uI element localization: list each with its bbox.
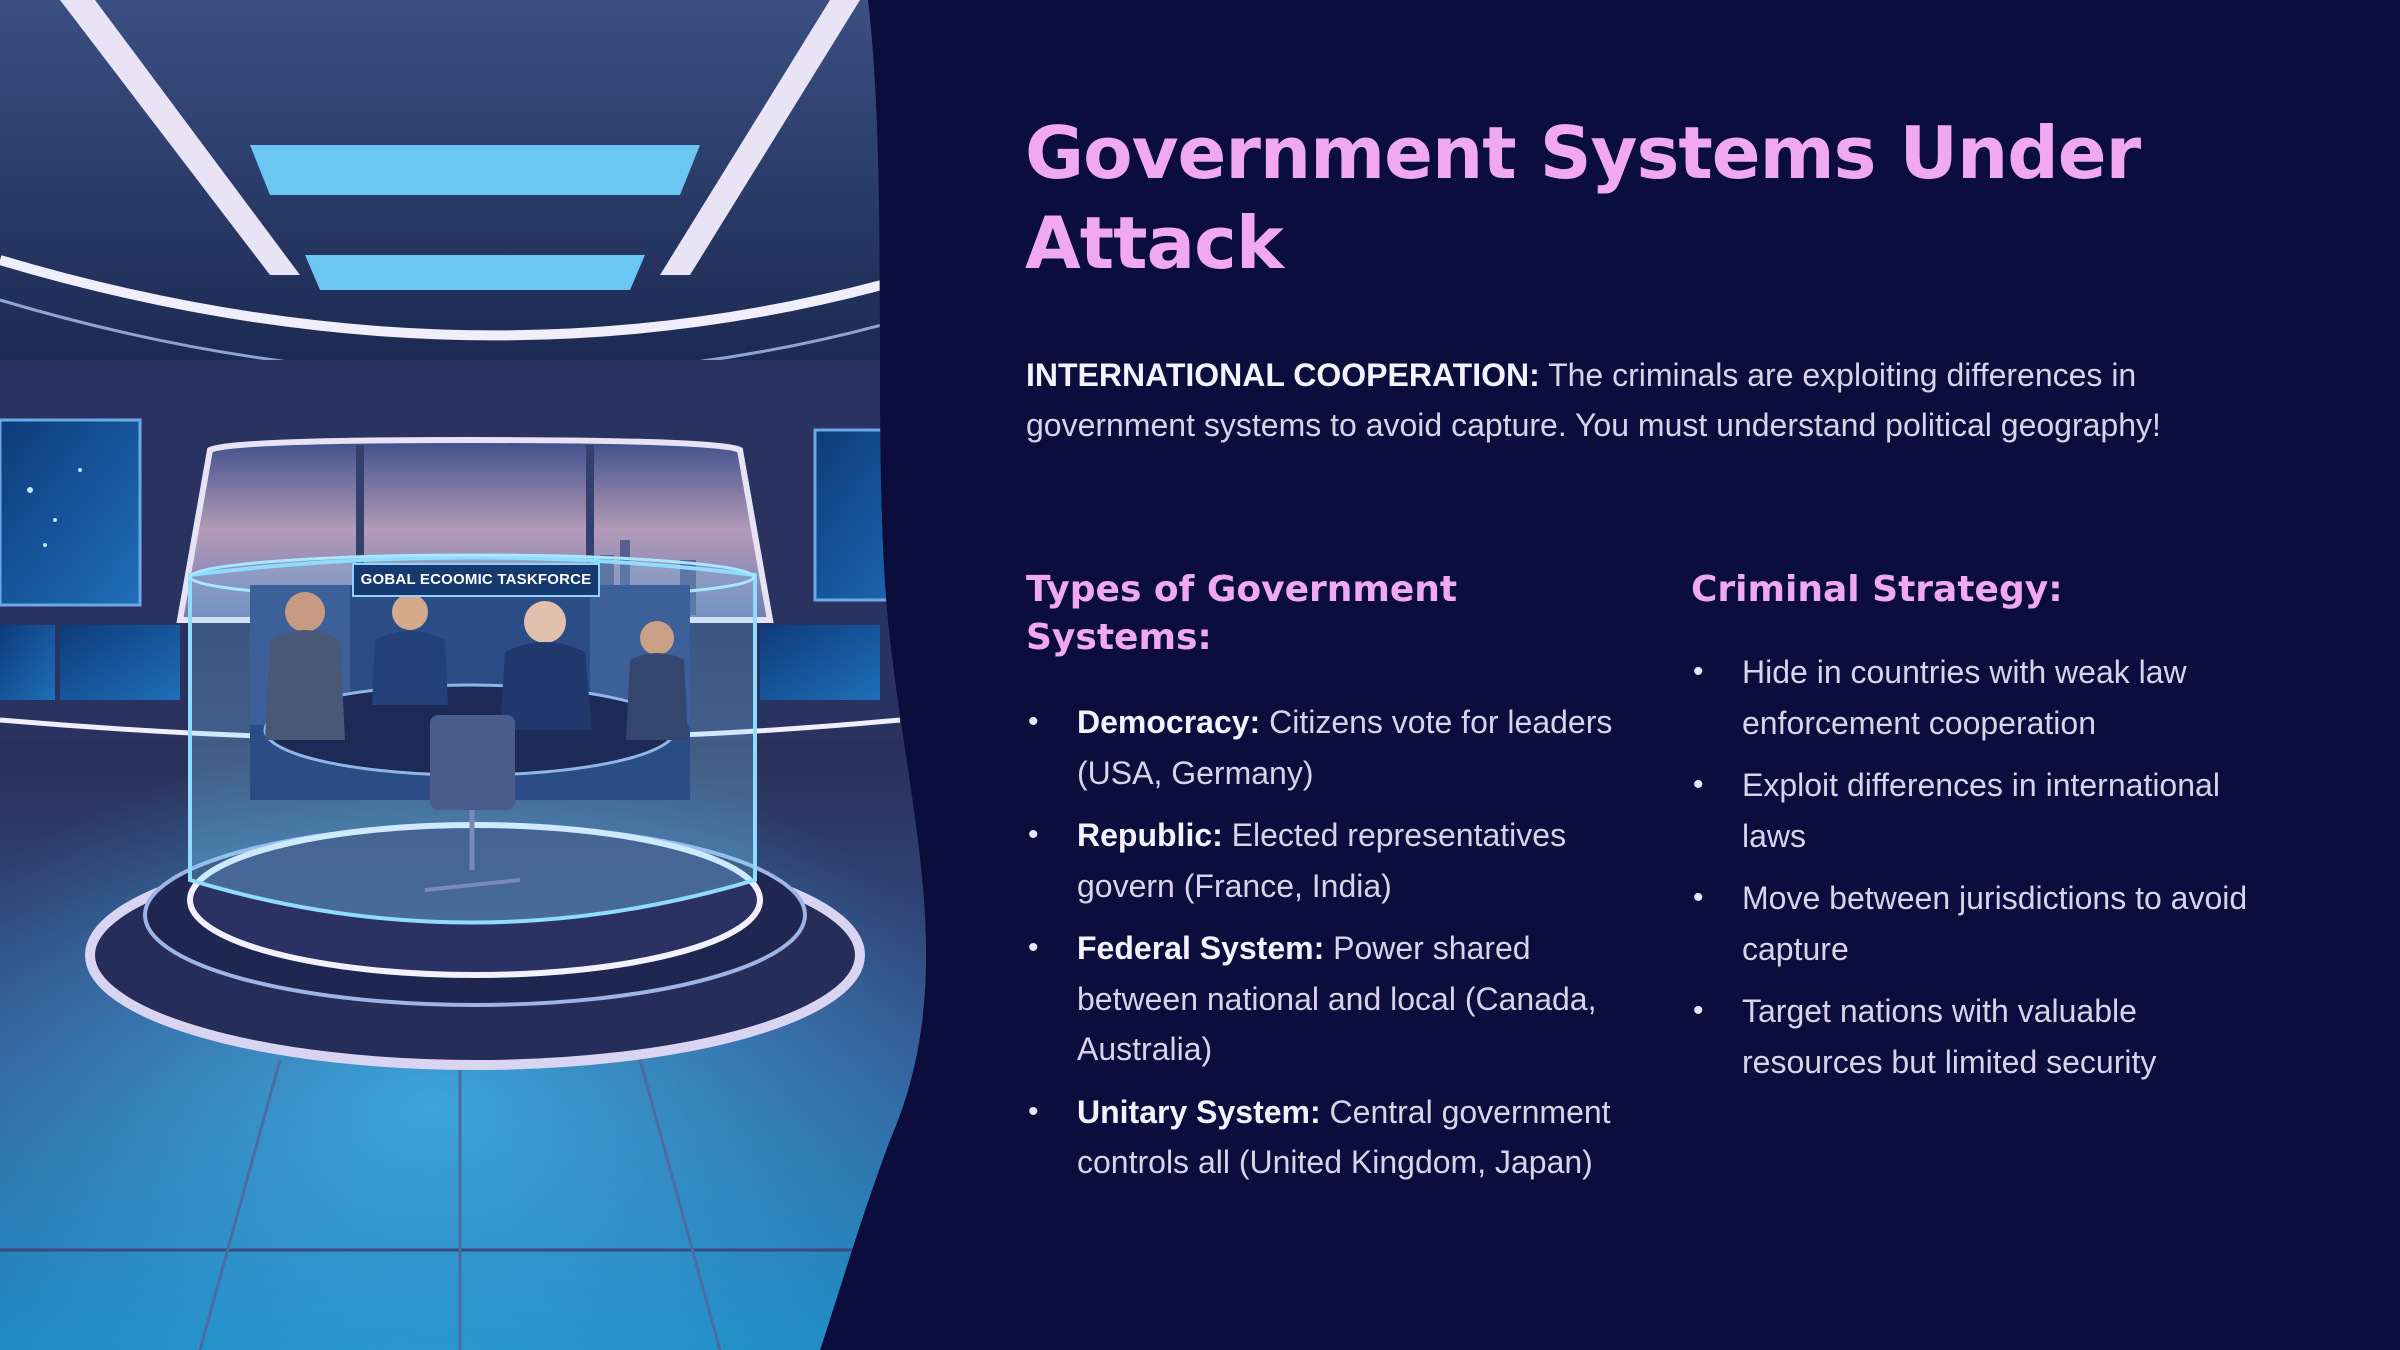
government-systems-list: • Democracy: Citizens vote for leaders (U… — [1026, 697, 1626, 1200]
bullet-icon: • — [1028, 931, 1039, 964]
intro-paragraph: INTERNATIONAL COOPERATION: The criminals… — [1026, 350, 2256, 450]
taskforce-sign: GOBAL ECOOMIC TASKFORCE — [352, 563, 600, 597]
bullet-icon: • — [1693, 655, 1704, 688]
item-text: Target nations with valuable resources b… — [1742, 993, 2157, 1080]
item-term: Democracy: — [1077, 704, 1261, 740]
bullet-icon: • — [1028, 705, 1039, 738]
list-item: • Move between jurisdictions to avoid cap… — [1691, 873, 2271, 974]
list-item: • Target nations with valuable resources … — [1691, 986, 2271, 1087]
government-systems-heading: Types of Government Systems: — [1026, 569, 1458, 658]
briefing-room-image: GOBAL ECOOMIC TASKFORCE — [0, 0, 960, 1350]
list-item: • Federal System: Power shared between na… — [1026, 923, 1626, 1075]
slide-title: Government Systems Under Attack — [1025, 111, 2141, 285]
bullet-icon: • — [1693, 881, 1704, 914]
list-item: • Democracy: Citizens vote for leaders (U… — [1026, 697, 1626, 798]
list-item: • Unitary System: Central government cont… — [1026, 1087, 1626, 1188]
list-item: • Exploit differences in international la… — [1691, 760, 2271, 861]
item-term: Unitary System: — [1077, 1093, 1321, 1130]
criminal-strategy-list: • Hide in countries with weak law enforce… — [1691, 647, 2271, 1099]
slide: GOBAL ECOOMIC TASKFORCE Government Syste… — [0, 0, 2400, 1350]
list-item: • Republic: Elected representatives gover… — [1026, 810, 1626, 911]
item-text: Hide in countries with weak law enforcem… — [1742, 654, 2187, 741]
bullet-icon: • — [1028, 818, 1039, 851]
item-text: Move between jurisdictions to avoid capt… — [1742, 880, 2248, 967]
briefing-room-illustration — [0, 0, 960, 1350]
item-term: Republic: — [1077, 817, 1223, 853]
bullet-icon: • — [1693, 768, 1704, 801]
intro-lead: INTERNATIONAL COOPERATION: — [1026, 357, 1540, 393]
bullet-icon: • — [1028, 1094, 1039, 1128]
item-text: Exploit differences in international law… — [1742, 767, 2220, 854]
list-item: • Hide in countries with weak law enforce… — [1691, 647, 2271, 748]
criminal-strategy-heading: Criminal Strategy: — [1691, 569, 2063, 610]
bullet-icon: • — [1693, 994, 1704, 1027]
item-term: Federal System: — [1077, 930, 1325, 966]
